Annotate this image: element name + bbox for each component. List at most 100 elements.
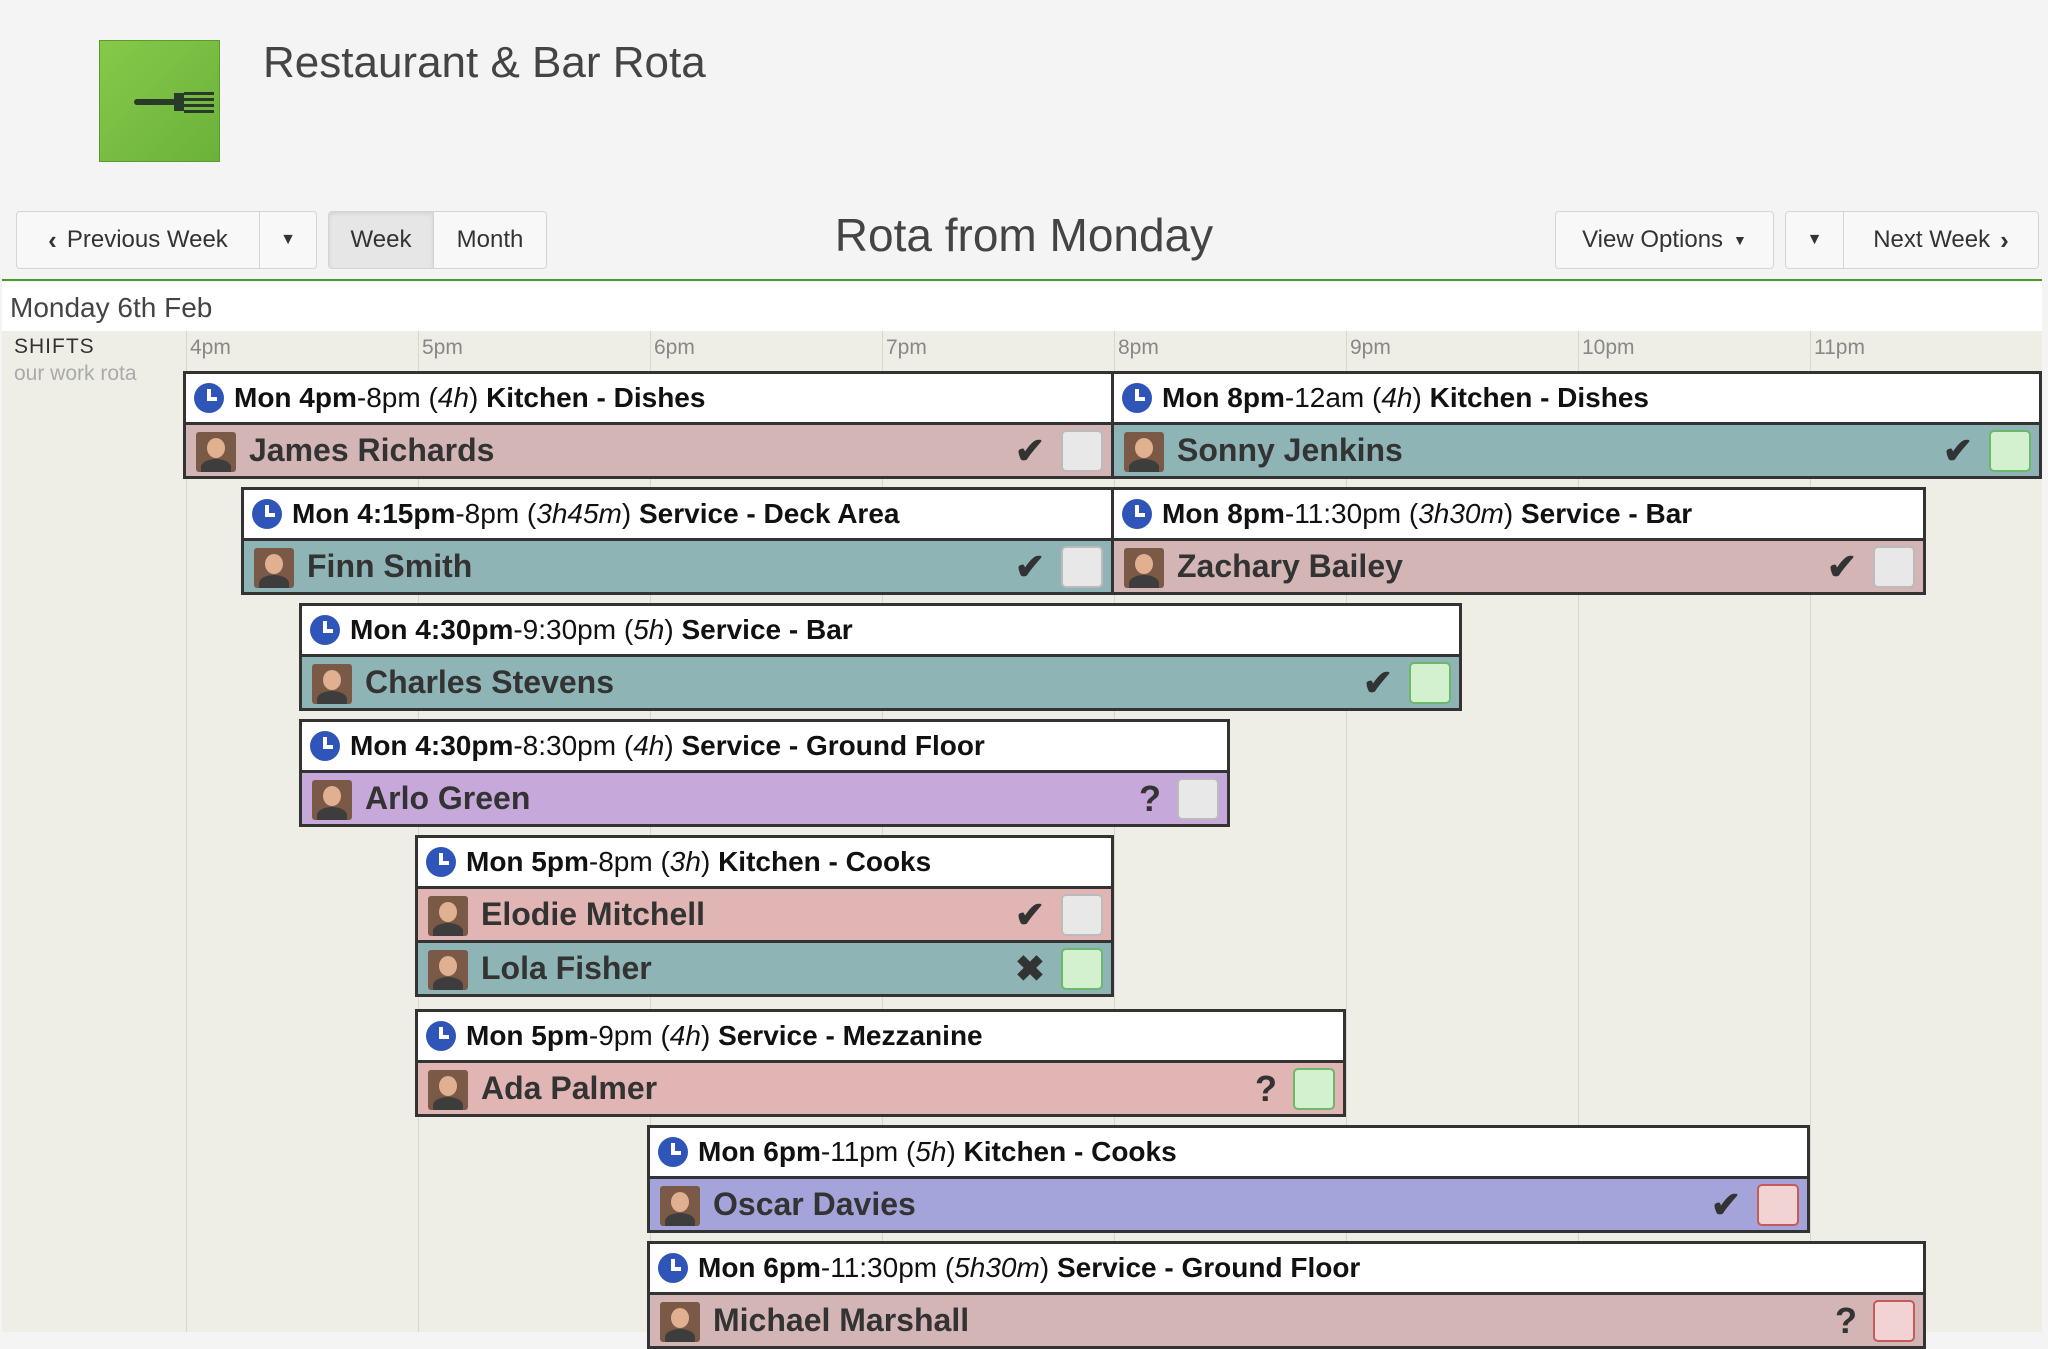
shift-dur: 4h [437, 382, 469, 413]
shift-staff-row[interactable]: Elodie Mitchell ✔ [418, 886, 1111, 940]
shift-staff-row[interactable]: Ada Palmer? [418, 1060, 1343, 1114]
avatar [428, 896, 468, 936]
shift-card[interactable]: Mon 6pm -11pm (5h) Kitchen - Cooks Oscar D… [647, 1125, 1810, 1233]
hour-label: 4pm [190, 336, 231, 359]
shift-rest2: ) [664, 614, 682, 645]
staff-name: Zachary Bailey [1177, 548, 1403, 584]
status-checkbox[interactable] [1409, 662, 1451, 704]
shift-rest: -12am ( [1284, 382, 1382, 413]
shift-rest: -9pm ( [588, 1020, 670, 1051]
status-checkbox[interactable] [1873, 1300, 1915, 1342]
shift-rest: -11:30pm ( [820, 1252, 955, 1283]
shift-role: Service - Ground Floor [681, 730, 985, 761]
status-checkbox[interactable] [1293, 1068, 1335, 1110]
status-checkbox[interactable] [1061, 948, 1103, 990]
shift-card[interactable]: Mon 5pm -8pm (3h) Kitchen - Cooks Elodie M… [415, 835, 1114, 997]
clock-icon [194, 383, 224, 413]
shift-dur: 4h [669, 1020, 701, 1051]
status-checkbox[interactable] [1061, 894, 1103, 936]
clock-icon [658, 1137, 688, 1167]
staff-name: Arlo Green [365, 780, 531, 816]
shift-staff-row[interactable]: James Richards ✔ [186, 422, 1111, 476]
check-icon: ✔ [1362, 662, 1393, 703]
shift-card[interactable]: Mon 4:30pm -8:30pm (4h) Service - Ground … [299, 719, 1230, 827]
status-checkbox[interactable] [1177, 778, 1219, 820]
staff-name: Charles Stevens [365, 664, 615, 700]
shift-card[interactable]: Mon 4:30pm -9:30pm (5h) Service - Bar Char… [299, 603, 1462, 711]
shift-header[interactable]: Mon 6pm -11pm (5h) Kitchen - Cooks [650, 1128, 1807, 1176]
shift-rest2: ) [664, 730, 682, 761]
avatar [428, 950, 468, 990]
shift-card[interactable]: Mon 4:15pm -8pm (3h45m) Service - Deck Ar… [241, 487, 1114, 595]
shift-header[interactable]: Mon 4:30pm -9:30pm (5h) Service - Bar [302, 606, 1459, 654]
shift-card[interactable]: Mon 4pm -8pm (4h) Kitchen - Dishes James R… [183, 371, 1114, 479]
shift-header[interactable]: Mon 8pm -12am (4h) Kitchen - Dishes [1114, 374, 2039, 422]
shift-header[interactable]: Mon 4:15pm -8pm (3h45m) Service - Deck Ar… [244, 490, 1111, 538]
shift-staff-row[interactable]: Lola Fisher ✖ [418, 940, 1111, 994]
shift-header[interactable]: Mon 8pm -11:30pm (3h30m) Service - Bar [1114, 490, 1923, 538]
shift-staff-row[interactable]: Sonny Jenkins ✔ [1114, 422, 2039, 476]
shift-dur: 3h [669, 846, 701, 877]
status-checkbox[interactable] [1061, 546, 1103, 588]
shift-rest: -8pm ( [455, 498, 537, 529]
shift-staff-row[interactable]: Michael Marshall? [650, 1292, 1923, 1346]
shift-card[interactable]: Mon 8pm -12am (4h) Kitchen - Dishes Sonny … [1111, 371, 2042, 479]
shift-rest: -9:30pm ( [513, 614, 634, 645]
hour-label: 7pm [886, 336, 927, 359]
shift-staff-row[interactable]: Zachary Bailey ✔ [1114, 538, 1923, 592]
avatar [1124, 548, 1164, 588]
caret-down-icon: ▼ [1806, 231, 1823, 248]
shift-start-b: Mon 6pm [698, 1136, 821, 1167]
shift-card[interactable]: Mon 5pm -9pm (4h) Service - Mezzanine Ada … [415, 1009, 1346, 1117]
shift-staff-row[interactable]: Charles Stevens ✔ [302, 654, 1459, 708]
shift-start-b: Mon 4:15pm [292, 498, 456, 529]
shift-card[interactable]: Mon 8pm -11:30pm (3h30m) Service - Bar Zac… [1111, 487, 1926, 595]
shifts-sidebar [2, 331, 185, 1332]
clock-icon [426, 847, 456, 877]
shift-header[interactable]: Mon 5pm -9pm (4h) Service - Mezzanine [418, 1012, 1343, 1060]
chevron-right-icon: › [2000, 224, 2009, 255]
shift-rest2: ) [700, 846, 719, 877]
next-week-dropdown[interactable]: ▼ [1785, 211, 1844, 269]
clock-icon [310, 731, 340, 761]
shift-rest: -11pm ( [820, 1136, 916, 1167]
shift-staff-row[interactable]: Arlo Green? [302, 770, 1227, 824]
shift-card[interactable]: Mon 6pm -11:30pm (5h30m) Service - Ground… [647, 1241, 1926, 1349]
shift-role: Service - Bar [681, 614, 853, 645]
staff-name: Ada Palmer [481, 1070, 658, 1106]
app-title: Restaurant & Bar Rota [263, 38, 706, 87]
status-checkbox[interactable] [1757, 1184, 1799, 1226]
shift-rest: -8:30pm ( [513, 730, 634, 761]
shifts-subtitle: our work rota [14, 362, 137, 385]
shift-rest2: ) [621, 498, 639, 529]
hour-label: 10pm [1582, 336, 1635, 359]
shift-dur: 4h [1381, 382, 1413, 413]
staff-name: Sonny Jenkins [1177, 432, 1403, 468]
shift-header[interactable]: Mon 4:30pm -8:30pm (4h) Service - Ground … [302, 722, 1227, 770]
clock-icon [426, 1021, 456, 1051]
shift-rest: -11:30pm ( [1284, 498, 1419, 529]
shift-rest2: ) [468, 382, 487, 413]
staff-name: Elodie Mitchell [481, 896, 706, 932]
shift-header[interactable]: Mon 5pm -8pm (3h) Kitchen - Cooks [418, 838, 1111, 886]
avatar [254, 548, 294, 588]
check-icon: ✔ [1710, 1184, 1741, 1225]
status-checkbox[interactable] [1989, 430, 2031, 472]
cross-icon: ✖ [1014, 948, 1045, 989]
status-checkbox[interactable] [1061, 430, 1103, 472]
shift-header[interactable]: Mon 4pm -8pm (4h) Kitchen - Dishes [186, 374, 1111, 422]
status-checkbox[interactable] [1873, 546, 1915, 588]
shift-rest2: ) [1412, 382, 1430, 413]
check-icon: ✔ [1942, 430, 1973, 471]
shift-dur: 3h45m [536, 498, 622, 529]
view-options-button[interactable]: View Options ▼ [1555, 211, 1774, 269]
shift-staff-row[interactable]: Finn Smith ✔ [244, 538, 1111, 592]
next-week-button[interactable]: Next Week › [1843, 211, 2039, 269]
avatar [312, 664, 352, 704]
toolbar-divider [2, 279, 2042, 281]
shift-rest: -8pm ( [588, 846, 670, 877]
hour-gridline [1810, 331, 1811, 1332]
shift-header[interactable]: Mon 6pm -11:30pm (5h30m) Service - Ground… [650, 1244, 1923, 1292]
shift-staff-row[interactable]: Oscar Davies ✔ [650, 1176, 1807, 1230]
staff-name: Michael Marshall [713, 1302, 970, 1338]
